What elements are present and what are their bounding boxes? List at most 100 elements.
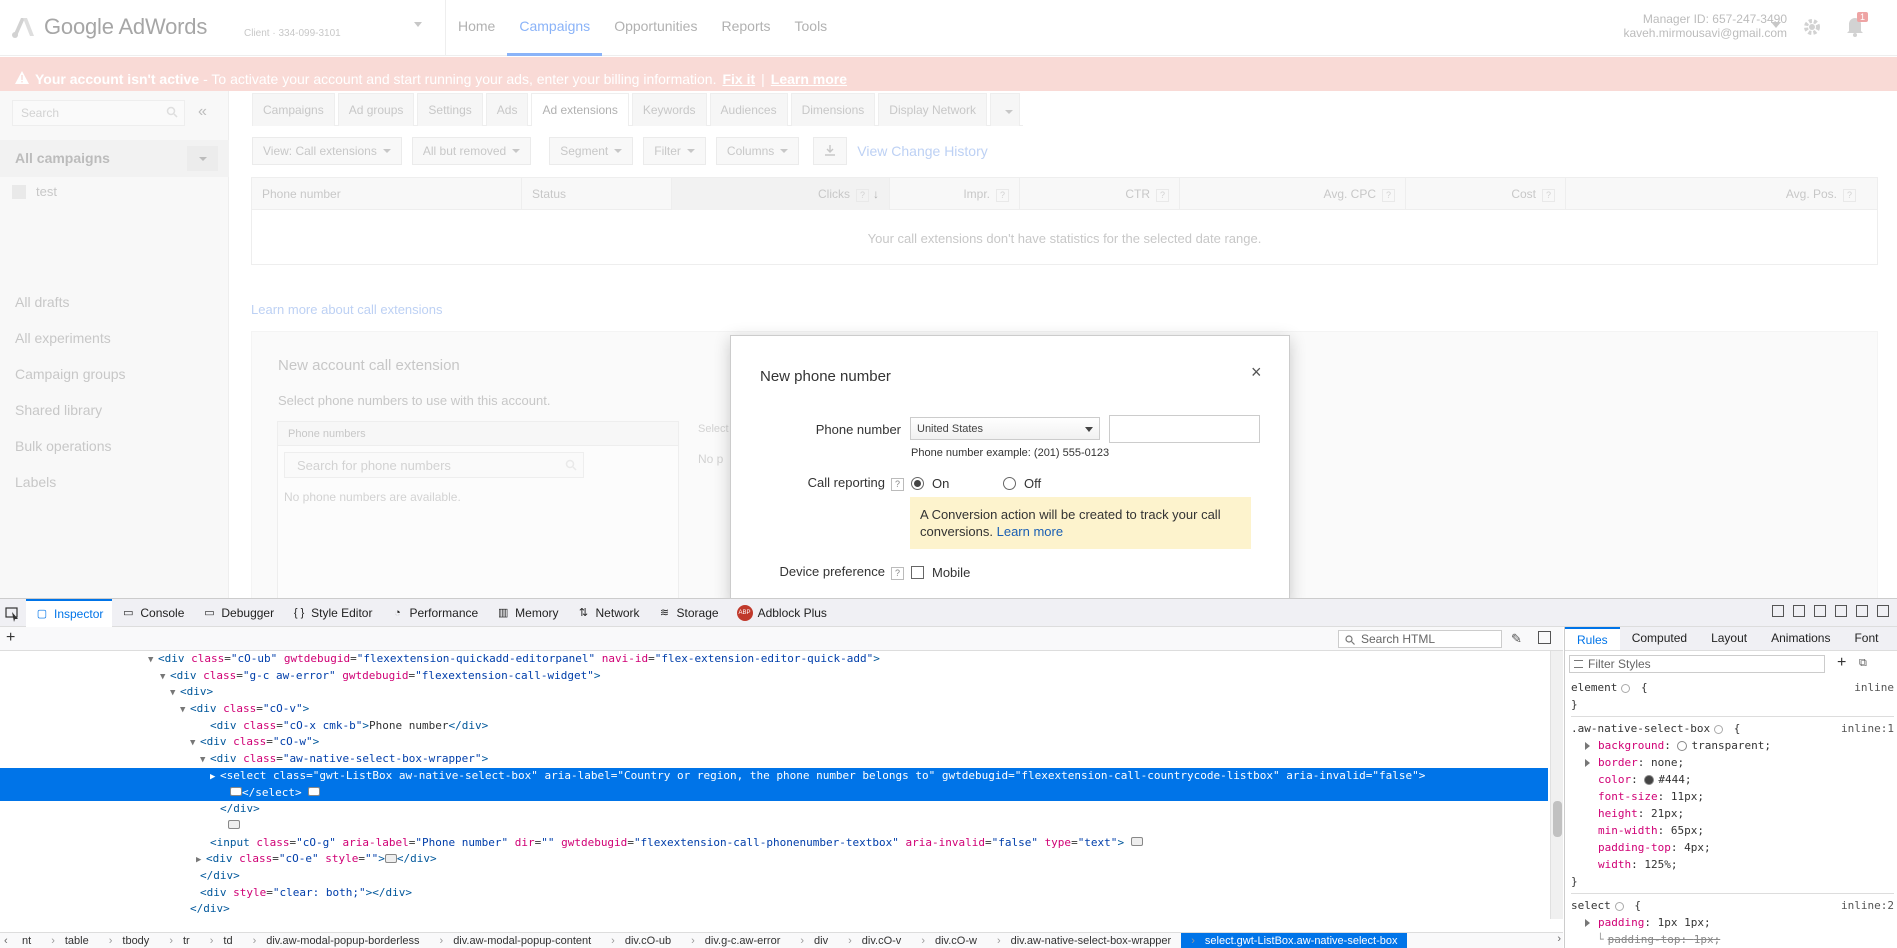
gear-icon[interactable] <box>1714 724 1724 734</box>
markup-node[interactable]: ▼ <div class="g-c aw-error" gwtdebugid="f… <box>0 668 1548 685</box>
search-html-input[interactable]: Search HTML <box>1338 630 1502 648</box>
css-declaration[interactable]: color: #444; <box>1571 771 1894 788</box>
markup-node[interactable]: ▼ <div class="cO-v"> <box>0 701 1548 718</box>
breadcrumb-item[interactable]: › div.aw-native-select-box-wrapper <box>987 935 1181 947</box>
eyedropper-icon[interactable]: ✎ <box>1511 631 1522 647</box>
breadcrumb-item[interactable]: › tr <box>159 935 199 947</box>
markup-node[interactable]: <div style="clear: both;"></div> <box>0 885 1548 902</box>
devtools-tab-performance[interactable]: ◔ Performance <box>381 599 487 627</box>
markup-node[interactable]: ▼ <div class="cO-ub" gwtdebugid="flexexte… <box>0 651 1548 668</box>
devtools-tab-network[interactable]: ⇅ Network <box>568 599 649 627</box>
expanded-triangle-icon[interactable]: ▼ <box>170 685 180 702</box>
expanded-triangle-icon[interactable]: ▼ <box>190 735 200 752</box>
phone-number-input[interactable] <box>1109 415 1260 443</box>
scrollbar-thumb[interactable] <box>1553 801 1562 837</box>
markup-node[interactable]: ▶ <div class="cO-e" style=""> </div> <box>0 851 1548 868</box>
rules-tab-computed[interactable]: Computed <box>1620 627 1699 650</box>
dock-icon[interactable] <box>1856 605 1868 617</box>
breadcrumb-item[interactable]: › td <box>200 935 243 947</box>
markup-node[interactable] <box>0 818 1548 835</box>
call-reporting-off-radio[interactable]: Off <box>1003 476 1041 491</box>
expanded-triangle-icon[interactable]: ▼ <box>180 702 190 719</box>
markup-node[interactable]: ▶ <select class="gwt-ListBox aw-native-se… <box>0 767 1548 786</box>
expand-triangle-icon[interactable] <box>1585 742 1590 750</box>
help-icon[interactable]: ? <box>891 478 904 491</box>
element-picker-icon[interactable] <box>0 599 26 627</box>
breadcrumb-scroll-right-icon[interactable]: › <box>1557 933 1561 945</box>
rules-tab-rules[interactable]: Rules <box>1565 627 1620 650</box>
call-reporting-on-radio[interactable]: On <box>911 476 949 491</box>
gear-icon[interactable] <box>1614 901 1624 911</box>
css-declaration[interactable]: background: transparent; <box>1571 737 1894 754</box>
devtools-tab-style-editor[interactable]: { } Style Editor <box>283 599 381 627</box>
devtools-tab-debugger[interactable]: ▭ Debugger <box>193 599 283 627</box>
rule-source[interactable]: inline:2 <box>1841 897 1894 914</box>
css-declaration[interactable]: padding-top: 4px; <box>1571 839 1894 856</box>
settings-icon[interactable] <box>1835 605 1847 617</box>
css-declaration[interactable]: height: 21px; <box>1571 805 1894 822</box>
rules-tab-animations[interactable]: Animations <box>1759 627 1842 650</box>
css-declaration[interactable]: padding: 1px 1px; <box>1571 914 1894 931</box>
css-declaration[interactable]: border: none; <box>1571 754 1894 771</box>
rules-tab-font[interactable]: Font <box>1842 627 1890 650</box>
markup-node[interactable]: ▼ <div class="aw-native-select-box-wrappe… <box>0 751 1548 768</box>
markup-node[interactable]: <div class="cO-x cmk-b">Phone number</di… <box>0 718 1548 735</box>
breadcrumb-item[interactable]: › div.g-c.aw-error <box>681 935 790 947</box>
css-declaration[interactable]: width: 125%; <box>1571 856 1894 873</box>
devtools-tab-inspector[interactable]: ▢ Inspector <box>26 598 113 627</box>
mobile-checkbox[interactable]: Mobile <box>911 565 970 580</box>
expand-triangle-icon[interactable] <box>1585 919 1590 927</box>
css-declaration[interactable]: min-width: 65px; <box>1571 822 1894 839</box>
markup-node[interactable]: <input class="cO-g" aria-label="Phone nu… <box>0 835 1548 852</box>
toggle-pseudo-classes-icon[interactable]: ⧉ <box>1859 657 1867 670</box>
color-swatch-icon[interactable] <box>1677 741 1688 751</box>
breadcrumb-item[interactable]: › div.cO-w <box>911 935 987 947</box>
markup-scrollbar[interactable] <box>1550 651 1563 919</box>
breadcrumb-item[interactable]: › div.aw-modal-popup-content <box>430 935 602 947</box>
markup-node[interactable]: </div> <box>0 868 1548 885</box>
frames-icon[interactable] <box>1814 605 1826 617</box>
collapsed-triangle-icon[interactable]: ▶ <box>196 852 206 869</box>
color-swatch-icon[interactable] <box>1644 775 1655 785</box>
breadcrumb-item[interactable]: › select.gwt-ListBox.aw-native-select-box <box>1181 933 1408 948</box>
filter-styles-input[interactable]: Filter Styles <box>1569 655 1825 673</box>
breadcrumb-item[interactable]: › div <box>790 935 838 947</box>
breadcrumb-item[interactable]: › tbody <box>99 935 160 947</box>
breadcrumb-item[interactable]: nt <box>12 935 41 947</box>
close-icon[interactable]: × <box>1251 362 1262 383</box>
add-rule-icon[interactable]: + <box>1837 654 1846 672</box>
country-select[interactable]: United States <box>910 417 1100 440</box>
expanded-triangle-icon[interactable]: ▼ <box>160 669 170 686</box>
responsive-design-icon[interactable] <box>1772 605 1784 617</box>
screenshot-icon[interactable] <box>1793 605 1805 617</box>
devtools-tab-console[interactable]: ▭ Console <box>112 599 193 627</box>
gear-icon[interactable] <box>1621 683 1631 693</box>
expanded-triangle-icon[interactable]: ▼ <box>148 652 158 669</box>
toggle-sidebar-icon[interactable] <box>1538 631 1551 644</box>
breadcrumb-scroll-left-icon[interactable]: ‹ <box>0 935 12 947</box>
css-declaration[interactable]: font-size: 11px; <box>1571 788 1894 805</box>
devtools-tab-memory[interactable]: ▥ Memory <box>487 599 567 627</box>
rule-source[interactable]: inline <box>1854 679 1894 696</box>
markup-node[interactable]: ▼ <div class="cO-w"> <box>0 734 1548 751</box>
help-icon[interactable]: ? <box>891 567 904 580</box>
markup-node[interactable]: </div> <box>0 801 1548 818</box>
css-declaration[interactable]: └ padding-top: 1px; <box>1571 931 1894 948</box>
expanded-triangle-icon[interactable]: ▼ <box>200 752 210 769</box>
add-node-icon[interactable]: + <box>6 629 15 647</box>
markup-node[interactable]: ▼ <div> <box>0 684 1548 701</box>
devtools-tab-storage[interactable]: ≋ Storage <box>649 599 728 627</box>
collapsed-triangle-icon[interactable]: ▶ <box>210 769 220 786</box>
markup-node[interactable]: </select> <box>0 784 1548 802</box>
conversion-learn-more-link[interactable]: Learn more <box>997 524 1063 539</box>
breadcrumb-item[interactable]: › div.cO-v <box>838 935 911 947</box>
rule-source[interactable]: inline:1 <box>1841 720 1894 737</box>
rules-tab-layout[interactable]: Layout <box>1699 627 1759 650</box>
expand-triangle-icon[interactable] <box>1585 759 1590 767</box>
breadcrumb-item[interactable]: › table <box>41 935 99 947</box>
devtools-tab-adblock-plus[interactable]: ABP Adblock Plus <box>728 599 836 627</box>
breadcrumb-item[interactable]: › div.cO-ub <box>601 935 681 947</box>
breadcrumb-item[interactable]: › div.aw-modal-popup-borderless <box>243 935 430 947</box>
markup-node[interactable]: </div> <box>0 901 1548 918</box>
split-console-icon[interactable] <box>1877 605 1889 617</box>
